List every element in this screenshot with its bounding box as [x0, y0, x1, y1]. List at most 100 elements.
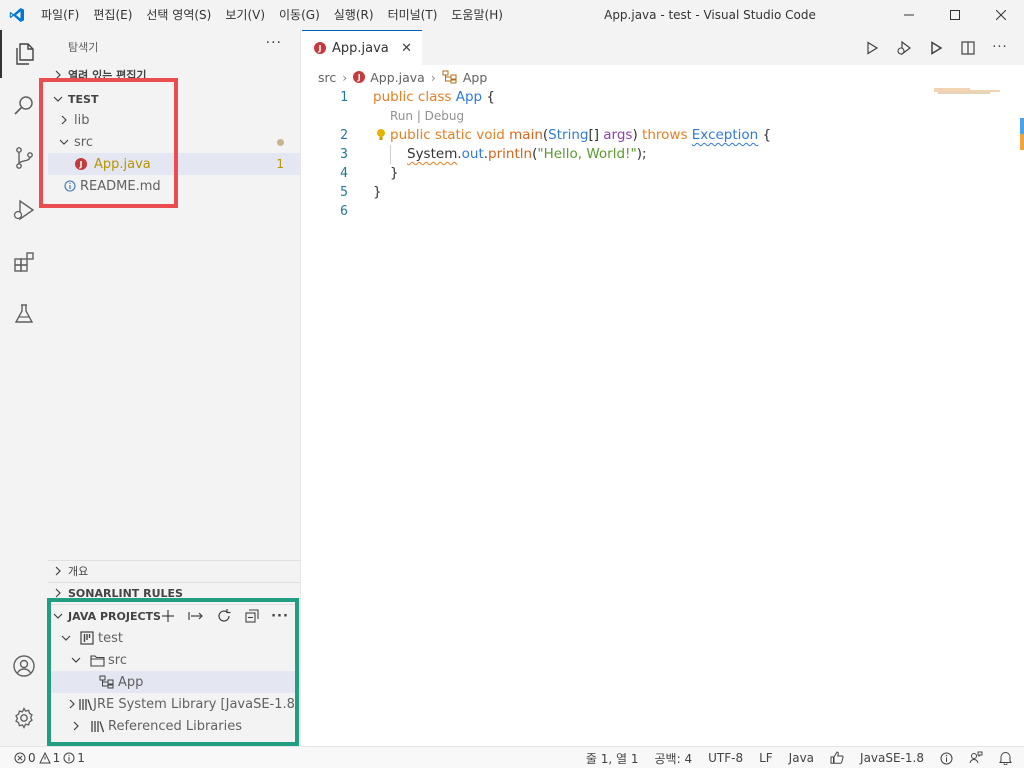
encoding[interactable]: UTF-8 — [708, 751, 743, 765]
chevron-right-icon: › — [342, 69, 348, 85]
warning-count: 1 — [52, 751, 61, 765]
window-controls — [886, 0, 1024, 30]
tab-app-java[interactable]: J App.java ✕ — [302, 30, 422, 65]
accounts-activity[interactable] — [0, 642, 48, 690]
code-text: public static void main(String[] args) t… — [390, 126, 771, 145]
code-text: System.out.println("Hello, World!"); — [407, 145, 647, 164]
maximize-icon — [950, 10, 960, 20]
search-icon — [14, 96, 33, 115]
split-editor-button[interactable] — [952, 30, 984, 65]
editor-more-button[interactable]: ··· — [984, 30, 1016, 65]
menu-help[interactable]: 도움말(H) — [444, 0, 510, 30]
close-tab-button[interactable]: ✕ — [401, 41, 412, 56]
menu-view[interactable]: 보기(V) — [218, 0, 272, 30]
run-debug-icon — [13, 199, 35, 221]
window-title: App.java - test - Visual Studio Code — [604, 8, 816, 22]
line-number: 3 — [340, 147, 348, 162]
vscode-logo-icon — [0, 0, 34, 30]
code-token: String — [548, 127, 589, 143]
java-version[interactable]: JavaSE-1.8 — [860, 751, 924, 765]
breadcrumb-src[interactable]: src — [318, 70, 336, 85]
code-editor[interactable]: 1 public class App { Run | Debug 2 publi… — [302, 88, 1024, 688]
testing-activity[interactable] — [0, 290, 48, 338]
debug-code-button[interactable] — [888, 30, 920, 65]
run-code-button[interactable] — [856, 30, 888, 65]
menu-terminal[interactable]: 터미널(T) — [381, 0, 445, 30]
breadcrumb-class[interactable]: App — [463, 70, 487, 85]
feedback-button[interactable] — [830, 751, 844, 765]
code-token: ) — [632, 127, 643, 143]
files-icon — [16, 43, 34, 65]
source-control-icon — [16, 147, 33, 169]
manage-activity[interactable] — [0, 694, 48, 742]
code-line: 1 public class App { — [302, 88, 922, 107]
close-window-button[interactable] — [978, 0, 1024, 30]
problem-count-badge: 1 — [276, 157, 284, 171]
extensions-activity[interactable] — [0, 238, 48, 286]
maximize-button[interactable] — [932, 0, 978, 30]
java-file-icon: J — [314, 42, 326, 54]
code-token: { — [482, 89, 495, 105]
minimize-button[interactable] — [886, 0, 932, 30]
error-icon — [14, 752, 26, 764]
account-icon — [13, 655, 35, 677]
chevron-right-icon — [48, 560, 68, 582]
code-token: main — [509, 127, 543, 143]
sidebar-more-button[interactable]: ··· — [266, 35, 282, 51]
run-java-button[interactable] — [920, 30, 952, 65]
status-bar: 0 1 1 줄 1, 열 1 공백: 4 UTF-8 LF Java JavaS… — [0, 746, 1024, 768]
editor-actions: ··· — [856, 30, 1016, 65]
minimize-icon — [904, 14, 914, 16]
info-count: 1 — [77, 751, 85, 765]
cursor-position[interactable]: 줄 1, 열 1 — [586, 750, 639, 767]
code-token: throws — [642, 127, 692, 143]
codelens-run-debug[interactable]: Run | Debug — [390, 107, 464, 126]
debug-alt-icon — [897, 40, 911, 55]
code-token: "Hello, World!" — [537, 146, 637, 162]
title-bar: 파일(F) 편집(E) 선택 영역(S) 보기(V) 이동(G) 실행(R) 터… — [0, 0, 1024, 30]
info-icon — [940, 752, 953, 764]
menu-file[interactable]: 파일(F) — [34, 0, 86, 30]
editor-area: J App.java ✕ ··· src › J App.java › App … — [302, 30, 1024, 746]
code-token: out — [461, 146, 484, 162]
warning-icon — [38, 752, 51, 764]
breadcrumb: src › J App.java › App — [318, 66, 487, 88]
gear-icon — [15, 707, 33, 729]
play-icon — [931, 40, 943, 55]
code-line: 2 public static void main(String[] args)… — [302, 126, 922, 145]
line-number: 5 — [340, 185, 348, 200]
tab-label: App.java — [332, 40, 389, 56]
info-icon — [63, 752, 75, 764]
active-indicator — [0, 30, 2, 78]
code-token: { — [758, 127, 772, 143]
lightbulb-icon[interactable] — [376, 128, 386, 142]
split-editor-icon — [961, 40, 975, 55]
info-button[interactable] — [940, 752, 953, 765]
menu-edit[interactable]: 편집(E) — [86, 0, 139, 30]
bell-icon — [999, 752, 1012, 765]
person-feedback-icon — [969, 751, 983, 764]
menu-selection[interactable]: 선택 영역(S) — [139, 0, 218, 30]
indentation[interactable]: 공백: 4 — [655, 750, 693, 767]
thumbs-up-icon — [830, 751, 844, 764]
line-number: 1 — [340, 90, 348, 105]
outline-label: 개요 — [68, 565, 89, 578]
line-number: 4 — [340, 166, 348, 181]
chevron-right-icon: › — [430, 69, 436, 85]
notifications-button[interactable] — [999, 751, 1012, 765]
live-share-button[interactable] — [969, 751, 983, 765]
language-mode[interactable]: Java — [789, 751, 814, 765]
menu-go[interactable]: 이동(G) — [272, 0, 327, 30]
java-file-icon: J — [353, 71, 366, 83]
code-token: public static void — [390, 127, 510, 143]
menu-run[interactable]: 실행(R) — [327, 0, 381, 30]
code-token: public class — [373, 89, 456, 105]
breadcrumb-file[interactable]: App.java — [370, 70, 425, 85]
menu-bar: 파일(F) 편집(E) 선택 영역(S) 보기(V) 이동(G) 실행(R) 터… — [34, 0, 510, 30]
end-of-line[interactable]: LF — [759, 751, 773, 765]
code-line: 3 System.out.println("Hello, World!"); — [302, 145, 922, 164]
explorer-activity[interactable] — [0, 30, 48, 78]
minimap[interactable] — [930, 86, 1010, 96]
outline-header[interactable]: 개요 — [48, 560, 300, 582]
problems-status[interactable]: 0 1 1 — [14, 751, 85, 765]
